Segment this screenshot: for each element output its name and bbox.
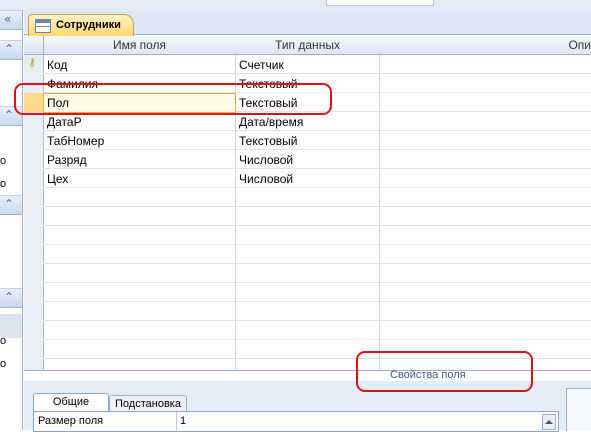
- chevron-up-icon[interactable]: ⌃: [4, 197, 14, 211]
- grid-line: [43, 225, 591, 226]
- document-tab-bar: Сотрудники: [24, 10, 591, 36]
- field-name-cell[interactable]: Разряд: [47, 153, 87, 167]
- chevron-up-icon[interactable]: ⌃: [4, 108, 14, 122]
- nav-group-header[interactable]: ⌃: [0, 195, 22, 215]
- row-selector[interactable]: [24, 74, 43, 93]
- row-selector-current[interactable]: [24, 93, 43, 112]
- tab-lookup[interactable]: Подстановка: [109, 395, 187, 412]
- grid-line: [43, 263, 591, 264]
- toolbar-field[interactable]: [326, 0, 434, 6]
- tab-general-label: Общие: [52, 396, 90, 408]
- primary-key-icon: ⚷: [28, 56, 37, 69]
- document-tab[interactable]: Сотрудники: [28, 14, 134, 36]
- navigation-pane: « ⌃ ⌃ о о ⌃ ⌃ о о: [0, 10, 23, 430]
- data-type-cell[interactable]: Числовой: [239, 172, 293, 186]
- current-cell-frame: [43, 93, 236, 113]
- field-size-value[interactable]: 1: [180, 415, 186, 427]
- data-type-cell[interactable]: Текстовый: [239, 77, 297, 91]
- nav-group-header[interactable]: ⌃: [0, 106, 22, 126]
- table-row-current[interactable]: Пол Текстовый: [24, 93, 591, 113]
- field-name-cell[interactable]: ДатаР: [47, 115, 82, 129]
- tab-lookup-label: Подстановка: [115, 398, 181, 410]
- grid-line: [43, 301, 591, 302]
- nav-item[interactable]: о: [0, 178, 6, 190]
- property-divider: [176, 412, 177, 431]
- nav-pane-header[interactable]: «: [0, 10, 22, 30]
- table-design-grid: Имя поля Тип данных Опи ⚷ Код Счетчик Фа…: [24, 36, 591, 370]
- collapse-nav-icon[interactable]: «: [4, 12, 11, 26]
- row-selector[interactable]: [24, 150, 43, 169]
- grid-line: [43, 282, 591, 283]
- grid-line: [43, 320, 591, 321]
- table-row[interactable]: ТабНомер Текстовый: [24, 131, 591, 150]
- data-type-cell[interactable]: Текстовый: [239, 134, 297, 148]
- grid-line: [43, 206, 591, 207]
- document-tab-title: Сотрудники: [56, 19, 121, 31]
- row-selector[interactable]: [24, 112, 43, 131]
- ribbon-bottom-edge: [0, 0, 591, 10]
- table-row[interactable]: ДатаР Дата/время: [24, 112, 591, 131]
- field-properties-table: Размер поля 1: [33, 411, 559, 432]
- field-name-cell[interactable]: Код: [47, 58, 67, 72]
- header-field-name[interactable]: Имя поля: [44, 38, 235, 52]
- table-row[interactable]: Фамилия Текстовый: [24, 74, 591, 93]
- nav-item[interactable]: о: [0, 155, 6, 167]
- data-type-cell[interactable]: Числовой: [239, 153, 293, 167]
- grid-header: Имя поля Тип данных Опи: [24, 36, 591, 55]
- field-name-cell[interactable]: Пол: [47, 96, 69, 110]
- field-name-cell[interactable]: Цех: [47, 172, 68, 186]
- row-selector[interactable]: ⚷: [24, 55, 43, 74]
- properties-separator[interactable]: [24, 370, 591, 371]
- field-properties-title: Свойства поля: [390, 369, 466, 381]
- nav-group-header[interactable]: ⌃: [0, 288, 22, 308]
- grid-line: [43, 358, 591, 359]
- nav-item[interactable]: о: [0, 358, 6, 370]
- select-all-corner[interactable]: [24, 36, 44, 54]
- field-size-label: Размер поля: [38, 415, 104, 427]
- field-name-cell[interactable]: ТабНомер: [47, 134, 104, 148]
- grid-line: [43, 339, 591, 340]
- header-data-type[interactable]: Тип данных: [236, 38, 379, 52]
- nav-item[interactable]: о: [0, 335, 6, 347]
- nav-group-header[interactable]: ⌃: [0, 40, 22, 60]
- header-description[interactable]: Опи: [380, 38, 591, 52]
- table-icon: [35, 19, 51, 33]
- chevron-up-icon[interactable]: ⌃: [4, 290, 14, 304]
- data-type-cell[interactable]: Счетчик: [239, 58, 284, 72]
- field-name-cell[interactable]: Фамилия: [47, 77, 98, 91]
- table-row[interactable]: ⚷ Код Счетчик: [24, 55, 591, 74]
- chevron-up-icon[interactable]: ⌃: [4, 42, 14, 56]
- tab-general[interactable]: Общие: [33, 393, 109, 412]
- grid-line: [43, 244, 591, 245]
- table-row[interactable]: Разряд Числовой: [24, 150, 591, 169]
- row-selector[interactable]: [24, 169, 43, 188]
- property-help-box: [566, 388, 591, 431]
- table-row[interactable]: Цех Числовой: [24, 169, 591, 188]
- data-type-cell[interactable]: Дата/время: [239, 115, 303, 129]
- data-type-cell[interactable]: Текстовый: [239, 96, 297, 110]
- scroll-up-button[interactable]: [542, 414, 556, 430]
- row-selector[interactable]: [24, 131, 43, 150]
